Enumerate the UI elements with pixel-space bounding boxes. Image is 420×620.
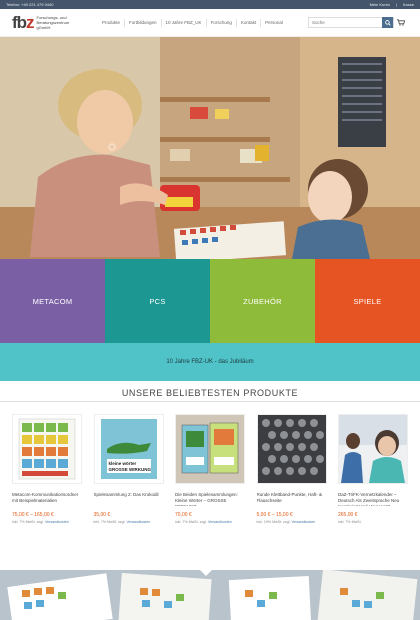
logo[interactable]: fbz Forschungs- und Beratungszentrum gGm… [12, 13, 96, 33]
vat-text: inkl. 7% MwSt. [338, 520, 362, 524]
bottom-banner-image [0, 570, 420, 620]
nav-item-personal[interactable]: Personal [261, 19, 287, 27]
vat-text: inkl. 7% MwSt. zzgl. [93, 520, 126, 524]
search-box [308, 17, 394, 28]
jubilee-label: 10 Jahre FBZ-UK - das Jubiläum [166, 359, 254, 365]
product-image-graphic [13, 415, 81, 483]
tile-label: PCS [149, 296, 166, 306]
tile-zubehoer[interactable]: ZUBEHÖR [210, 259, 315, 343]
product-image[interactable] [175, 414, 245, 484]
nav-item-kontakt[interactable]: Kontakt [237, 18, 262, 27]
product-card[interactable]: kleine wörter GROSSE WIRKUNG Spielesamml… [93, 414, 164, 570]
bottom-photo [0, 570, 420, 620]
tile-metacom[interactable]: METACOM [0, 259, 105, 343]
tile-spiele[interactable]: SPIELE [315, 259, 420, 343]
product-image-graphic [339, 415, 407, 483]
divider: | [395, 2, 397, 7]
nav-item-forschung[interactable]: Forschung [207, 18, 237, 27]
product-vat: inkl. 7% MwSt. [338, 520, 408, 524]
product-vat: inkl. 7% MwSt. zzgl. Versandkosten [12, 520, 82, 524]
tile-label: ZUBEHÖR [243, 296, 282, 306]
search-button[interactable] [382, 17, 393, 28]
product-name[interactable]: Metacom-Kommunikationsordner mit Beispie… [12, 492, 82, 506]
tile-pcs[interactable]: PCS [105, 259, 210, 343]
search-input[interactable] [309, 18, 382, 27]
product-image[interactable] [338, 414, 408, 484]
product-list: Metacom-Kommunikationsordner mit Beispie… [0, 414, 420, 570]
nav-item-produkte[interactable]: Produkte [98, 18, 126, 27]
shipping-link[interactable]: Versandkosten [45, 520, 69, 524]
product-card[interactable]: Runde Klettband-Punkte, Haft- & Flauschs… [256, 414, 327, 570]
product-image[interactable]: kleine wörter GROSSE WIRKUNG [93, 414, 164, 484]
product-price: 75,00 € – 165,00 € [12, 512, 54, 518]
product-name[interactable]: Spielesammlung 2: Das Krokodil [94, 492, 164, 506]
site-header: fbz Forschungs- und Beratungszentrum gGm… [0, 9, 420, 37]
vat-text: inkl. 7% MwSt. zzgl. [12, 520, 44, 524]
product-name[interactable]: Die Beiden Spielesammlungen: Kleine Wört… [175, 492, 245, 506]
category-tiles: METACOM PCS ZUBEHÖR SPIELE [0, 259, 420, 343]
product-card[interactable]: Metacom-Kommunikationsordner mit Beispie… [12, 414, 82, 570]
cart-button[interactable] [394, 19, 408, 26]
product-price: 70,00 € [175, 512, 192, 518]
product-image[interactable] [12, 414, 82, 484]
product-price: 265,00 € [338, 512, 358, 518]
product-vat: inkl. 19% MwSt. zzgl. Versandkosten [257, 520, 327, 524]
logo-mark: fbz [12, 12, 34, 32]
tile-label: SPIELE [353, 296, 382, 306]
cart-icon [397, 19, 405, 26]
vat-text: inkl. 7% MwSt. zzgl. [175, 520, 207, 524]
product-price: 5,00 € – 15,00 € [256, 512, 293, 518]
product-card[interactable]: Die Beiden Spielesammlungen: Kleine Wört… [175, 414, 245, 570]
shipping-link[interactable]: Versandkosten [126, 520, 150, 524]
product-vat: inkl. 7% MwSt. zzgl. Versandkosten [175, 520, 245, 524]
product-image[interactable] [256, 414, 327, 484]
vat-text: inkl. 19% MwSt. zzgl. [256, 520, 291, 524]
nav-item-fortbildungen[interactable]: Fortbildungen [125, 18, 162, 27]
tile-label: METACOM [32, 296, 73, 306]
product-price: 35,00 € [93, 512, 111, 518]
product-image-graphic [257, 415, 326, 483]
account-link[interactable]: Mein Konto [370, 2, 390, 7]
thumb-caption: GROSSE WIRKUNG [108, 467, 152, 472]
phone-number[interactable]: Telefon: +49 221 479 0440 [6, 2, 54, 7]
product-vat: inkl. 7% MwSt. zzgl. Versandkosten [94, 520, 164, 524]
search-icon [384, 19, 391, 26]
product-image-graphic [176, 415, 244, 483]
nav-item-jubilaeum[interactable]: 10 Jahre FBZ_UK [162, 18, 207, 27]
product-name[interactable]: DaZ-TriFK-Vernetzkalender – Deutsch Als … [338, 492, 408, 506]
checkout-link[interactable]: Kasse [403, 2, 414, 7]
shipping-link[interactable]: Versandkosten [208, 520, 232, 524]
product-name[interactable]: Runde Klettband-Punkte, Haft- & Flauschs… [257, 492, 327, 506]
hero-image [0, 37, 420, 259]
shipping-link[interactable]: Versandkosten [291, 520, 315, 524]
top-bar: Telefon: +49 221 479 0440 Mein Konto | K… [0, 0, 420, 9]
product-card[interactable]: DaZ-TriFK-Vernetzkalender – Deutsch Als … [338, 414, 408, 570]
logo-line: gGmbH [36, 25, 51, 30]
main-nav: Produkte Fortbildungen 10 Jahre FBZ_UK F… [98, 18, 306, 27]
jubilee-banner[interactable]: 10 Jahre FBZ-UK - das Jubiläum [0, 343, 420, 381]
section-title: UNSERE BELIEBTESTEN PRODUKTE [121, 388, 299, 398]
product-image-graphic [94, 415, 163, 483]
thumb-caption: kleine wörter [108, 461, 137, 466]
divider [0, 401, 420, 402]
hero-photo [0, 37, 420, 259]
